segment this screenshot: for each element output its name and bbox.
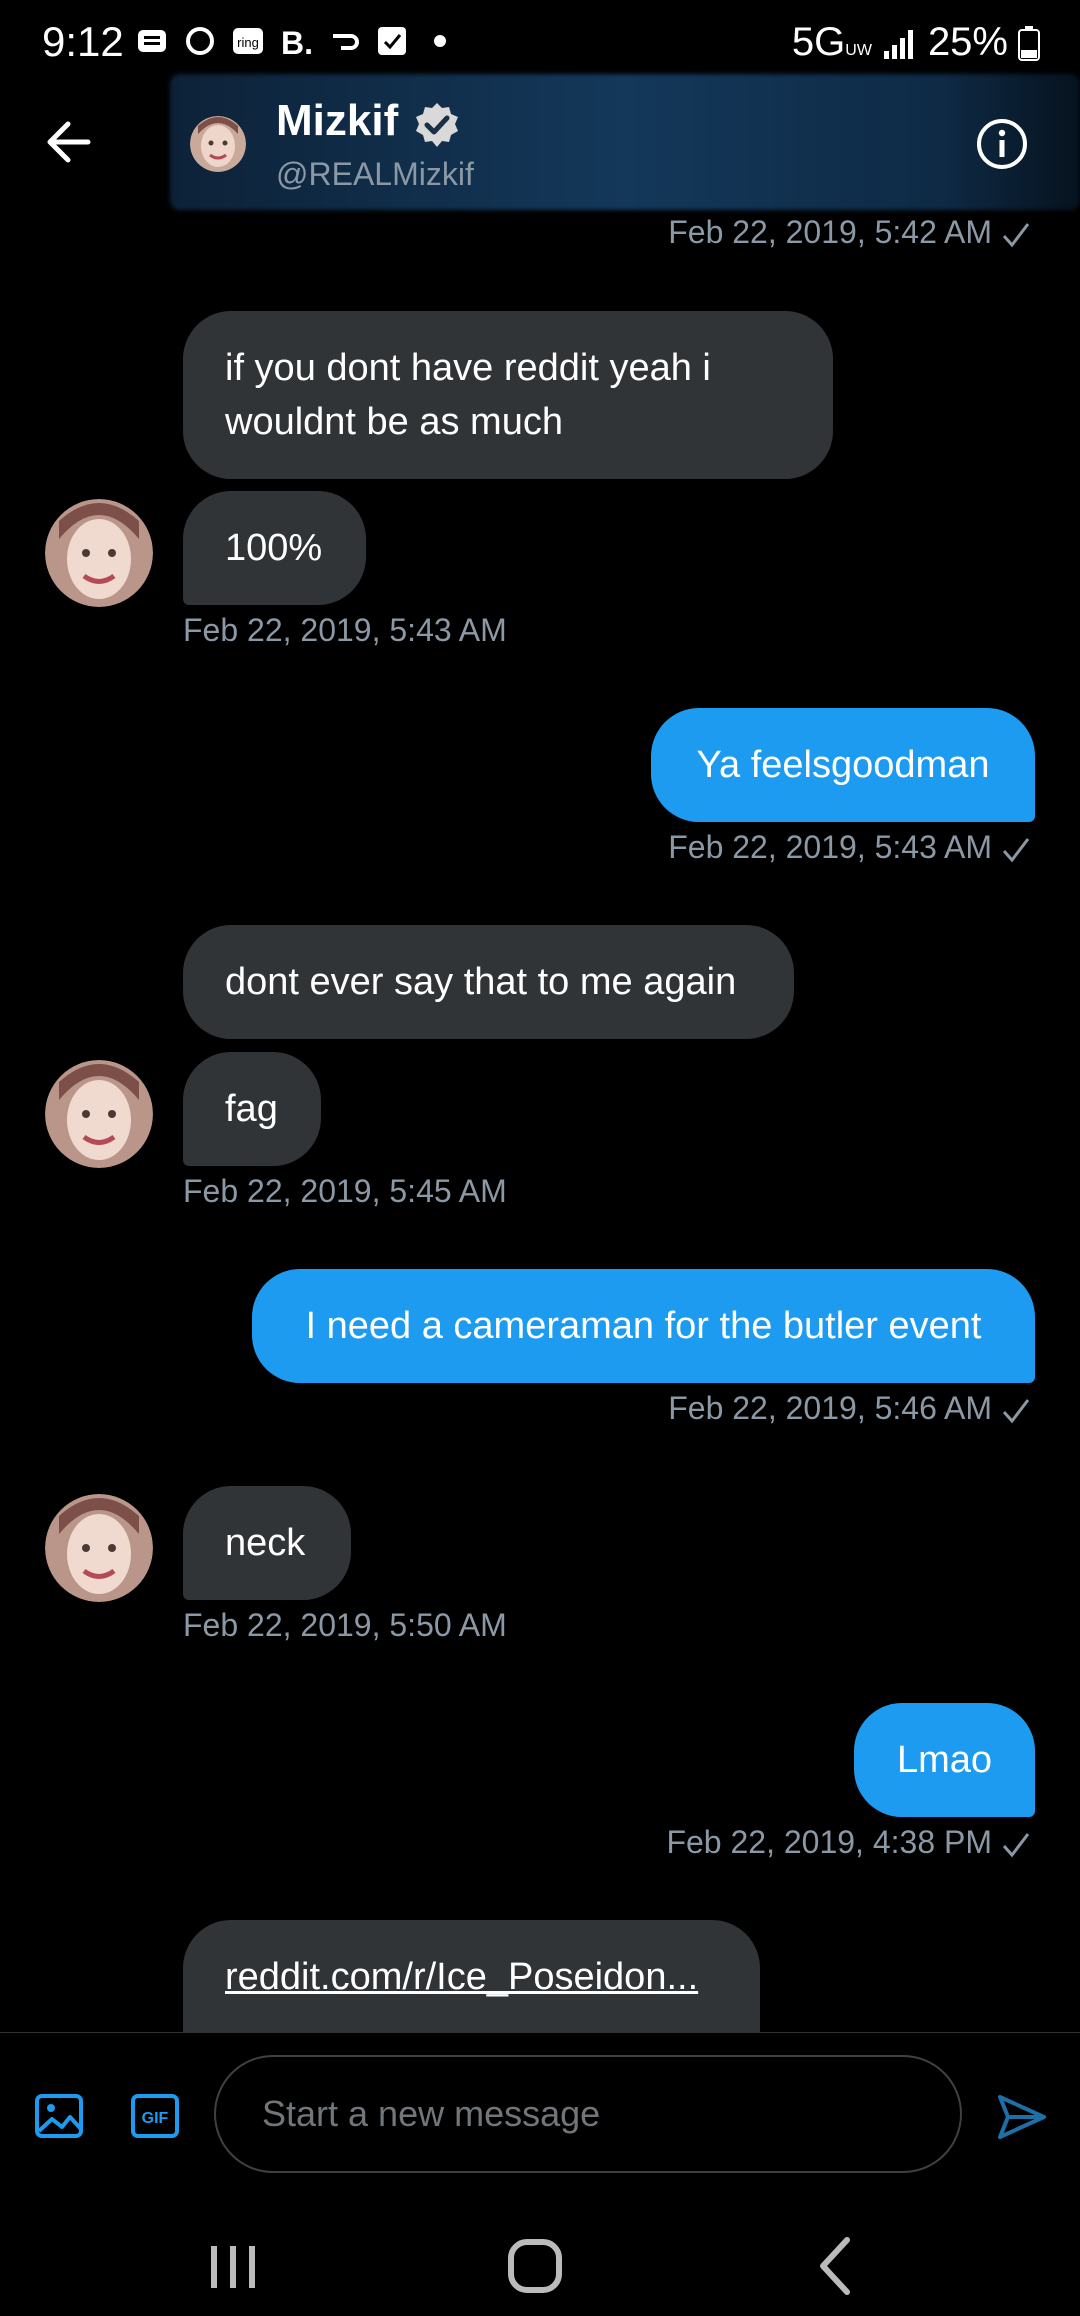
battery-icon bbox=[1018, 25, 1040, 61]
message-timestamp: Feb 22, 2019, 5:43 AM bbox=[668, 829, 1032, 866]
sent-check-icon bbox=[1002, 837, 1030, 862]
sent-message[interactable]: Ya feelsgoodman bbox=[651, 708, 1035, 822]
message-timestamp: Feb 22, 2019, 5:43 AM bbox=[183, 612, 507, 648]
received-link-message[interactable]: reddit.com/r/Ice_Poseidon... bbox=[183, 1920, 760, 2032]
message-timestamp: Feb 22, 2019, 4:38 PM bbox=[666, 1824, 1032, 1861]
signal-icon bbox=[883, 29, 913, 59]
gif-icon[interactable]: GIF bbox=[130, 2091, 180, 2141]
received-message[interactable]: if you dont have reddit yeah i wouldnt b… bbox=[183, 311, 833, 479]
message-composer: GIF Start a new message bbox=[0, 2032, 1080, 2213]
received-message[interactable]: fag bbox=[183, 1052, 321, 1166]
more-dot-icon bbox=[434, 35, 446, 47]
message-timestamp: Feb 22, 2019, 5:42 AM bbox=[668, 214, 1032, 251]
checklist-app-icon bbox=[378, 27, 406, 55]
b-app-icon: B. bbox=[281, 25, 313, 58]
sent-message[interactable]: I need a cameraman for the butler event bbox=[252, 1269, 1035, 1383]
send-icon[interactable] bbox=[994, 2089, 1050, 2145]
info-icon[interactable] bbox=[974, 116, 1030, 172]
message-timestamp: Feb 22, 2019, 5:50 AM bbox=[183, 1607, 507, 1643]
sent-message[interactable]: Lmao bbox=[854, 1703, 1035, 1817]
svg-text:GIF: GIF bbox=[142, 2110, 169, 2127]
received-message[interactable]: neck bbox=[183, 1486, 351, 1600]
message-timestamp: Feb 22, 2019, 5:45 AM bbox=[183, 1173, 507, 1209]
home-icon[interactable] bbox=[495, 2226, 575, 2306]
contact-avatar[interactable] bbox=[45, 1494, 153, 1602]
conversation-header: Mizkif @REALMizkif bbox=[0, 72, 1080, 212]
message-icon bbox=[138, 30, 166, 52]
sent-check-icon bbox=[1002, 1398, 1030, 1423]
message-input[interactable]: Start a new message bbox=[214, 2055, 962, 2173]
system-navigation-bar bbox=[0, 2212, 1080, 2316]
contact-name[interactable]: Mizkif bbox=[276, 96, 398, 146]
sent-check-icon bbox=[1002, 222, 1030, 247]
ring-circle-icon bbox=[186, 27, 214, 55]
verified-badge-icon bbox=[416, 103, 458, 147]
svg-text:B.: B. bbox=[281, 25, 313, 58]
arrow-app-icon bbox=[333, 34, 359, 50]
received-message[interactable]: dont ever say that to me again bbox=[183, 925, 794, 1039]
header-avatar[interactable] bbox=[190, 116, 246, 172]
message-timestamp: Feb 22, 2019, 5:46 AM bbox=[668, 1390, 1032, 1427]
network-type: 5GUW bbox=[791, 20, 872, 64]
contact-handle: @REALMizkif bbox=[276, 156, 474, 192]
ring-app-icon: ring bbox=[233, 28, 263, 54]
sent-check-icon bbox=[1002, 1832, 1030, 1857]
status-time: 9:12 bbox=[42, 18, 124, 65]
notification-icons: ring B. bbox=[135, 24, 457, 58]
received-message[interactable]: 100% bbox=[183, 491, 366, 605]
image-icon[interactable] bbox=[34, 2091, 84, 2141]
status-right: 5GUW 25% bbox=[792, 20, 1040, 65]
recents-icon[interactable] bbox=[193, 2226, 273, 2306]
svg-text:ring: ring bbox=[237, 35, 259, 50]
message-link[interactable]: reddit.com/r/Ice_Poseidon... bbox=[225, 1956, 698, 1998]
back-arrow-icon[interactable] bbox=[38, 114, 104, 170]
battery-percent: 25% bbox=[927, 20, 1008, 64]
contact-avatar[interactable] bbox=[45, 499, 153, 607]
contact-avatar[interactable] bbox=[45, 1060, 153, 1168]
back-icon[interactable] bbox=[797, 2226, 877, 2306]
